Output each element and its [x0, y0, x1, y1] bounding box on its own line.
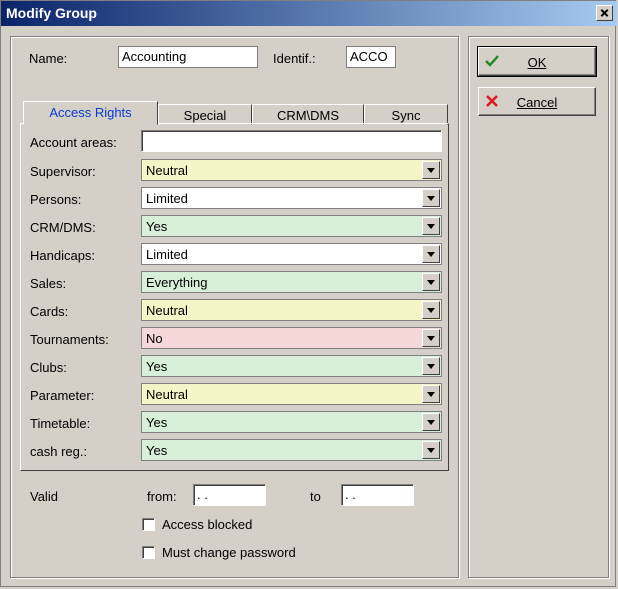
title-bar[interactable]: Modify Group	[1, 1, 617, 26]
cancel-button[interactable]: Cancel	[478, 87, 596, 116]
valid-from-input[interactable]: . .	[193, 484, 266, 506]
valid-to-input[interactable]: . .	[341, 484, 414, 506]
name-label: Name:	[29, 51, 68, 66]
must-change-password-checkbox[interactable]	[142, 546, 155, 559]
identif-input[interactable]: ACCO	[346, 46, 396, 68]
ok-button[interactable]: OK	[477, 46, 597, 77]
access-rights-panel	[20, 123, 449, 471]
buttons-group-box	[468, 36, 609, 578]
tab-sync[interactable]: Sync	[364, 104, 448, 125]
valid-label: Valid	[30, 489, 58, 504]
tab-crm-dms[interactable]: CRM\DMS	[252, 104, 364, 125]
identif-label: Identif.:	[273, 51, 316, 66]
tab-access-rights[interactable]: Access Rights	[23, 101, 158, 125]
cancel-label: Cancel	[516, 95, 558, 110]
close-button[interactable]	[596, 5, 613, 21]
from-label: from:	[147, 489, 177, 504]
access-blocked-checkbox[interactable]	[142, 518, 155, 531]
access-blocked-label[interactable]: Access blocked	[162, 517, 252, 532]
ok-label: OK	[527, 55, 547, 70]
modify-group-dialog: Modify Group Name: Accounting Identif.: …	[0, 0, 617, 587]
name-input[interactable]: Accounting	[118, 46, 258, 68]
tab-special[interactable]: Special	[158, 104, 252, 125]
window-title: Modify Group	[6, 5, 97, 21]
to-label: to	[310, 489, 321, 504]
must-change-password-label[interactable]: Must change password	[162, 545, 296, 560]
